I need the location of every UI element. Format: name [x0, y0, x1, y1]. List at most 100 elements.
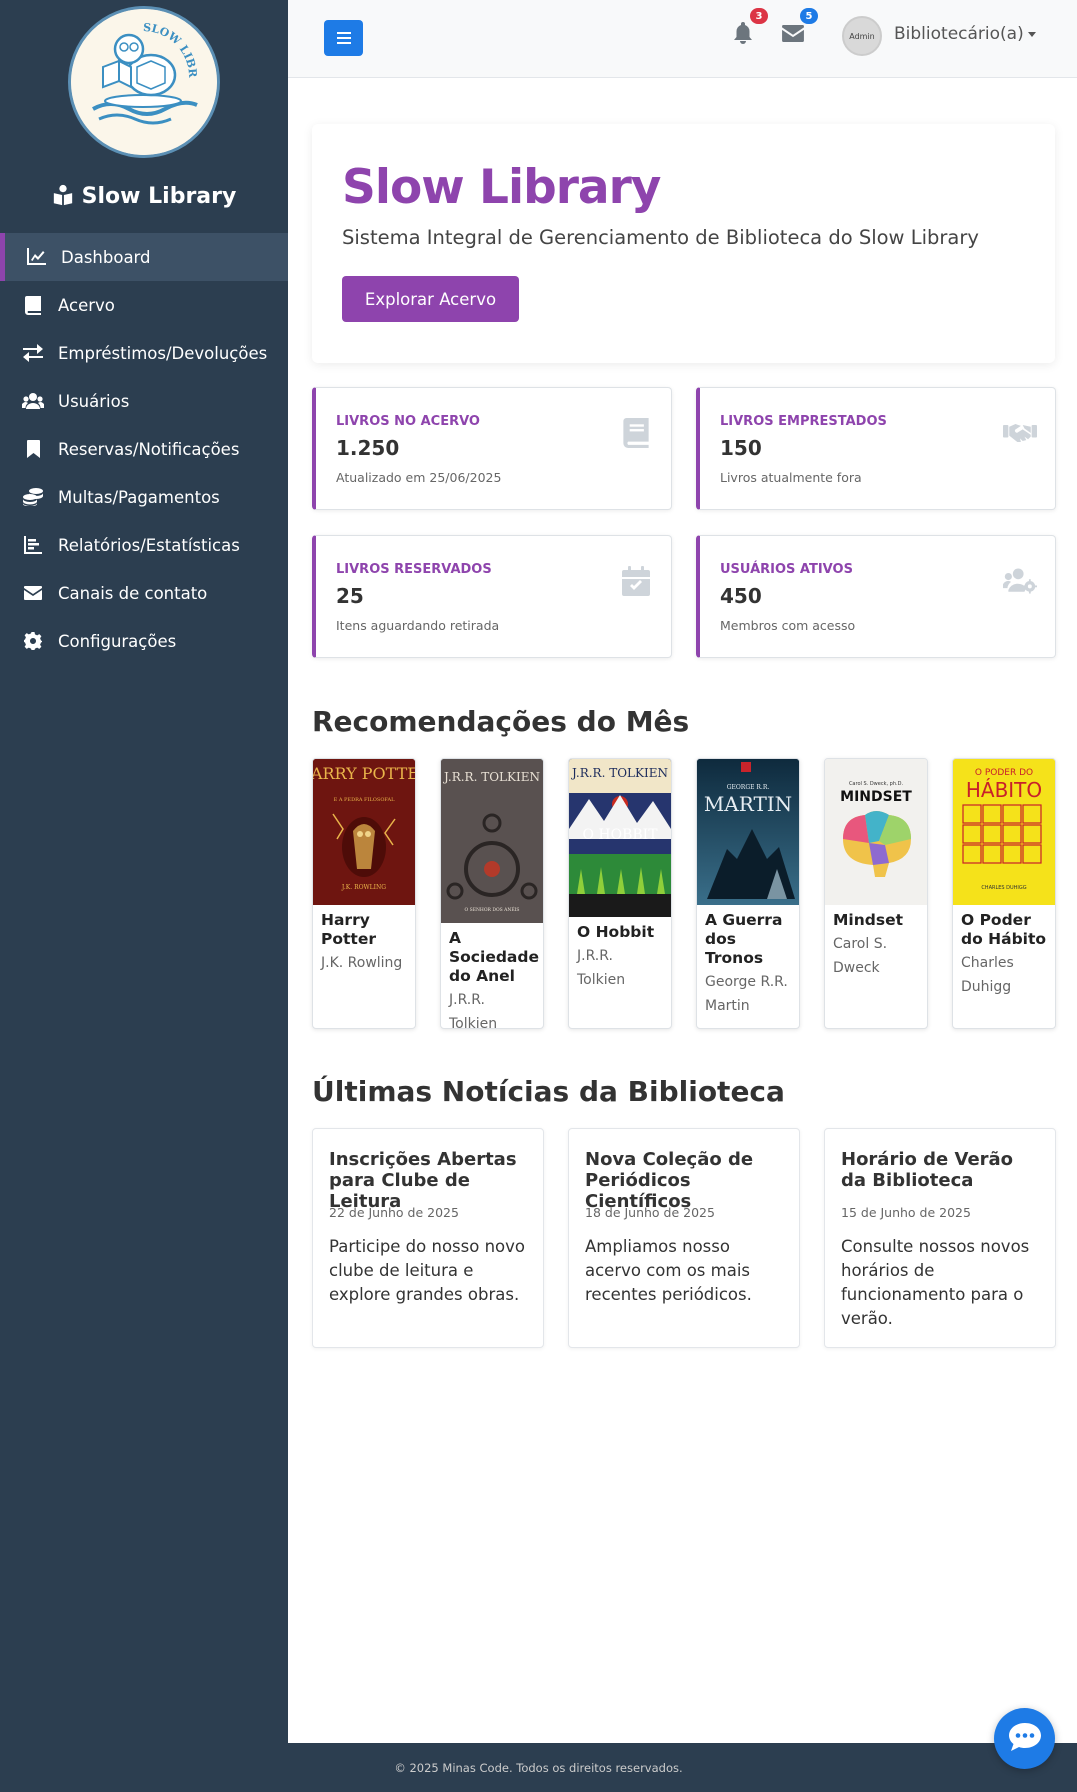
book-card[interactable]: J.R.R. TOLKIEN O HOBBIT O Hobbit J.R.R. …	[568, 758, 672, 1029]
sidebar-item-label: Empréstimos/Devoluções	[58, 343, 268, 363]
book-title: A Sociedade do Anel	[449, 929, 539, 985]
stat-card-users: USUÁRIOS ATIVOS 450 Membros com acesso	[696, 535, 1056, 658]
book-author: Charles Duhigg	[961, 955, 1014, 995]
book-author: George R.R. Martin	[705, 974, 788, 1014]
cover-title: GEORGE R.R.	[727, 784, 770, 791]
gear-icon	[22, 630, 44, 652]
book-card[interactable]: J.R.R. TOLKIEN O SENHOR DOS ANÉIS A Soci…	[440, 758, 544, 1029]
sidebar-item-label: Relatórios/Estatísticas	[58, 535, 240, 555]
stat-label: LIVROS RESERVADOS	[336, 562, 492, 577]
stat-card-books: LIVROS NO ACERVO 1.250 Atualizado em 25/…	[312, 387, 672, 510]
stat-description: Livros atualmente fora	[720, 470, 862, 485]
sidebar-item-acervo[interactable]: Acervo	[0, 281, 288, 329]
envelope-icon	[782, 24, 804, 46]
sidebar-item-dashboard[interactable]: Dashboard	[0, 233, 288, 281]
stat-card-reservations: LIVROS RESERVADOS 25 Itens aguardando re…	[312, 535, 672, 658]
coins-icon	[22, 486, 44, 508]
footer: © 2025 Minas Code. Todos os direitos res…	[0, 1743, 1077, 1792]
stat-label: LIVROS NO ACERVO	[336, 414, 480, 429]
sidebar-item-relatorios[interactable]: Relatórios/Estatísticas	[0, 521, 288, 569]
book-cover: Carol S. Dweck, ph.D. MINDSET	[825, 759, 927, 905]
sidebar-item-contato[interactable]: Canais de contato	[0, 569, 288, 617]
sidebar-brand[interactable]: Slow Library	[0, 184, 288, 212]
notifications-badge: 3	[750, 8, 768, 24]
cover-subtitle: MARTIN	[704, 792, 792, 816]
book-cover: GEORGE R.R. MARTIN	[697, 759, 799, 905]
stat-value: 1.250	[336, 436, 400, 460]
sidebar: SLOW LIBRARY Slow Library Dashboard Acer…	[0, 0, 288, 1743]
book-icon	[619, 416, 653, 450]
notifications-button[interactable]: 3	[730, 8, 768, 48]
book-card[interactable]: Carol S. Dweck, ph.D. MINDSET Mindset Ca…	[824, 758, 928, 1029]
user-menu-toggle[interactable]: Bibliotecário(a)	[894, 24, 1024, 44]
sidebar-item-multas[interactable]: Multas/Pagamentos	[0, 473, 288, 521]
cover-subtitle: HÁBITO	[966, 778, 1042, 802]
page-subtitle: Sistema Integral de Gerenciamento de Bib…	[342, 226, 979, 249]
cover-title: Carol S. Dweck, ph.D.	[849, 781, 904, 787]
sidebar-toggle-button[interactable]	[324, 20, 363, 56]
book-reader-icon	[52, 184, 74, 212]
stat-value: 150	[720, 436, 762, 460]
news-card[interactable]: Nova Coleção de Periódicos Científicos 1…	[568, 1128, 800, 1348]
news-date: 15 de Junho de 2025	[841, 1205, 971, 1220]
footer-text: © 2025 Minas Code. Todos os direitos res…	[394, 1760, 683, 1775]
news-date: 22 de Junho de 2025	[329, 1205, 459, 1220]
hamburger-icon	[336, 29, 351, 48]
stat-value: 25	[336, 584, 364, 608]
messages-button[interactable]: 5	[780, 8, 818, 48]
chevron-down-icon[interactable]	[1028, 32, 1036, 37]
book-author: J.K. Rowling	[321, 955, 403, 971]
news-section-title: Últimas Notícias da Biblioteca	[312, 1075, 785, 1108]
sidebar-item-label: Canais de contato	[58, 583, 208, 603]
chart-line-icon	[25, 246, 47, 268]
avatar[interactable]: Admin	[842, 16, 882, 56]
stat-label: LIVROS EMPRESTADOS	[720, 414, 887, 429]
stat-description: Atualizado em 25/06/2025	[336, 470, 502, 485]
messages-badge: 5	[800, 8, 818, 24]
news-text: Ampliamos nosso acervo com os mais recen…	[585, 1237, 752, 1304]
chat-bubble-icon	[1008, 1722, 1041, 1755]
book-cover: O PODER DO HÁBITO CHARLES DUHIGG	[953, 759, 1055, 905]
sidebar-item-reservas[interactable]: Reservas/Notificações	[0, 425, 288, 473]
stat-description: Itens aguardando retirada	[336, 618, 500, 633]
book-title: Harry Potter	[321, 911, 376, 948]
bar-chart-icon	[22, 534, 44, 556]
bell-icon	[733, 22, 753, 48]
cover-subtitle: MINDSET	[840, 789, 912, 805]
sidebar-item-label: Usuários	[58, 391, 130, 411]
news-text: Participe do nosso novo clube de leitura…	[329, 1237, 525, 1304]
book-card[interactable]: GEORGE R.R. MARTIN A Guerra dos Tronos G…	[696, 758, 800, 1029]
users-icon	[22, 390, 44, 412]
sidebar-item-label: Configurações	[58, 631, 177, 651]
book-card[interactable]: O PODER DO HÁBITO CHARLES DUHIGG O Poder…	[952, 758, 1056, 1029]
book-author: Carol S. Dweck	[833, 936, 888, 976]
cover-author: CHARLES DUHIGG	[981, 885, 1026, 891]
book-cover: J.R.R. TOLKIEN O HOBBIT	[569, 759, 671, 917]
news-title: Inscrições Abertas para Clube de Leitura	[329, 1149, 517, 1212]
sidebar-item-usuarios[interactable]: Usuários	[0, 377, 288, 425]
stat-description: Membros com acesso	[720, 618, 856, 633]
news-date: 18 de Junho de 2025	[585, 1205, 715, 1220]
bookmark-icon	[22, 438, 44, 460]
news-card[interactable]: Horário de Verão da Biblioteca 15 de Jun…	[824, 1128, 1056, 1348]
sidebar-item-emprestimos[interactable]: Empréstimos/Devoluções	[0, 329, 288, 377]
brand-name: Slow Library	[81, 184, 237, 209]
sidebar-item-configuracoes[interactable]: Configurações	[0, 617, 288, 665]
library-logo[interactable]: SLOW LIBRARY	[68, 6, 220, 158]
chat-button[interactable]	[994, 1708, 1055, 1769]
book-cover: HARRY POTTER E A PEDRA FILOSOFAL J.K. RO…	[313, 759, 415, 905]
stat-label: USUÁRIOS ATIVOS	[720, 562, 853, 577]
explore-collection-button[interactable]: Explorar Acervo	[342, 276, 519, 322]
cover-author: J.K. ROWLING	[341, 884, 386, 891]
sidebar-item-label: Dashboard	[61, 247, 151, 267]
news-title: Horário de Verão da Biblioteca	[841, 1149, 1014, 1191]
cover-title: J.R.R. TOLKIEN	[442, 770, 540, 784]
topbar: 3 5 Admin Bibliotecário(a)	[288, 0, 1077, 78]
book-card[interactable]: HARRY POTTER E A PEDRA FILOSOFAL J.K. RO…	[312, 758, 416, 1029]
news-card[interactable]: Inscrições Abertas para Clube de Leitura…	[312, 1128, 544, 1348]
cover-title: HARRY POTTER	[313, 764, 415, 783]
book-cover: J.R.R. TOLKIEN O SENHOR DOS ANÉIS	[441, 759, 543, 923]
book-icon	[22, 294, 44, 316]
book-title: O Poder do Hábito	[961, 911, 1047, 948]
hero-card: Slow Library Sistema Integral de Gerenci…	[312, 124, 1055, 363]
